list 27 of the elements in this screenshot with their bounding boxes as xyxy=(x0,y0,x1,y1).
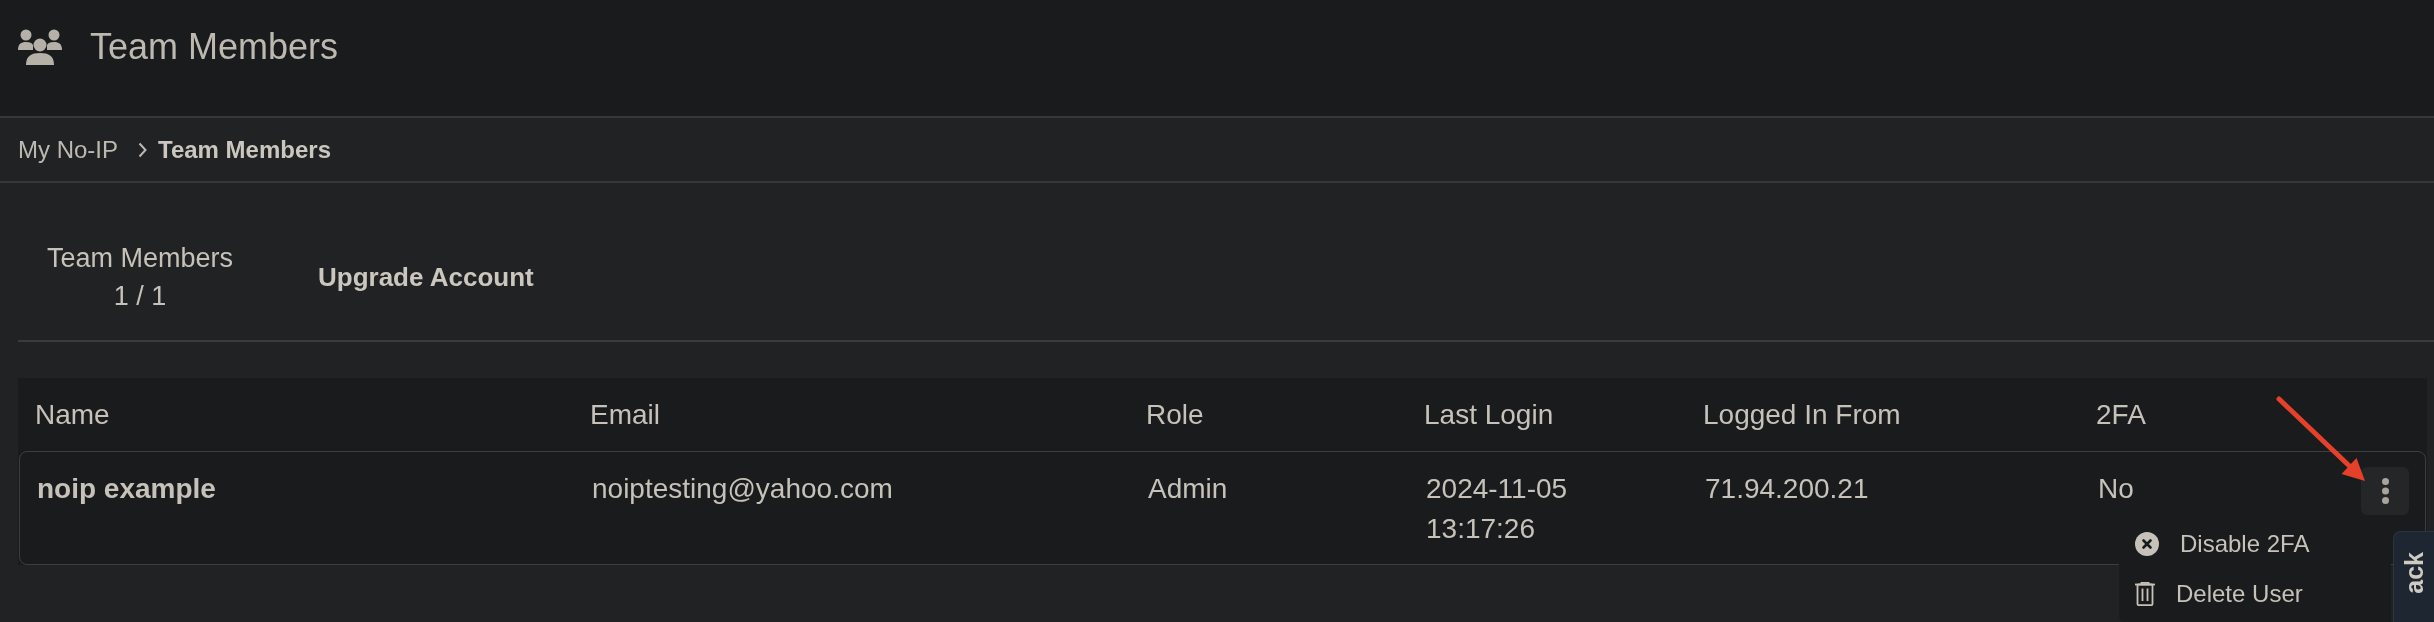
table-cell-text: 71.94.200.21 xyxy=(1705,472,1870,506)
table-cell-text: noiptesting@yahoo.com xyxy=(592,472,894,506)
more-button[interactable] xyxy=(2361,467,2409,515)
breadcrumb-link[interactable]: My No-IP xyxy=(18,135,118,164)
people-icon xyxy=(18,29,62,65)
menu-item[interactable]: Disable 2FA xyxy=(2135,529,2310,559)
column-header: Name xyxy=(35,398,111,431)
chevron-right-icon xyxy=(138,141,147,158)
upgrade-account-link[interactable]: Upgrade Account xyxy=(318,261,534,293)
column-header: Email xyxy=(590,398,661,431)
stat-label: Team Members xyxy=(46,242,233,275)
column-header: Role xyxy=(1146,398,1205,431)
close-circle-icon xyxy=(2135,532,2159,556)
more-icon xyxy=(2381,478,2389,504)
table-cell-text: noip example xyxy=(37,472,217,506)
column-header: Last Login xyxy=(1424,398,1555,431)
breadcrumb-link[interactable]: Team Members xyxy=(158,135,331,164)
table-cell-text: Admin xyxy=(1148,472,1229,506)
column-header: 2FA xyxy=(2096,398,2147,431)
table-cell-text: 2024-11-05 13:17:26 xyxy=(1426,472,1569,546)
menu-item[interactable]: Delete User xyxy=(2135,579,2303,609)
trash-icon xyxy=(2135,582,2155,606)
feedback-tab[interactable]: ack xyxy=(2393,531,2434,622)
table-cell-text: No xyxy=(2098,472,2134,506)
stat-count: 1 / 1 xyxy=(113,280,167,313)
column-header: Logged In From xyxy=(1703,398,1902,431)
page-title: Team Members xyxy=(90,25,339,69)
